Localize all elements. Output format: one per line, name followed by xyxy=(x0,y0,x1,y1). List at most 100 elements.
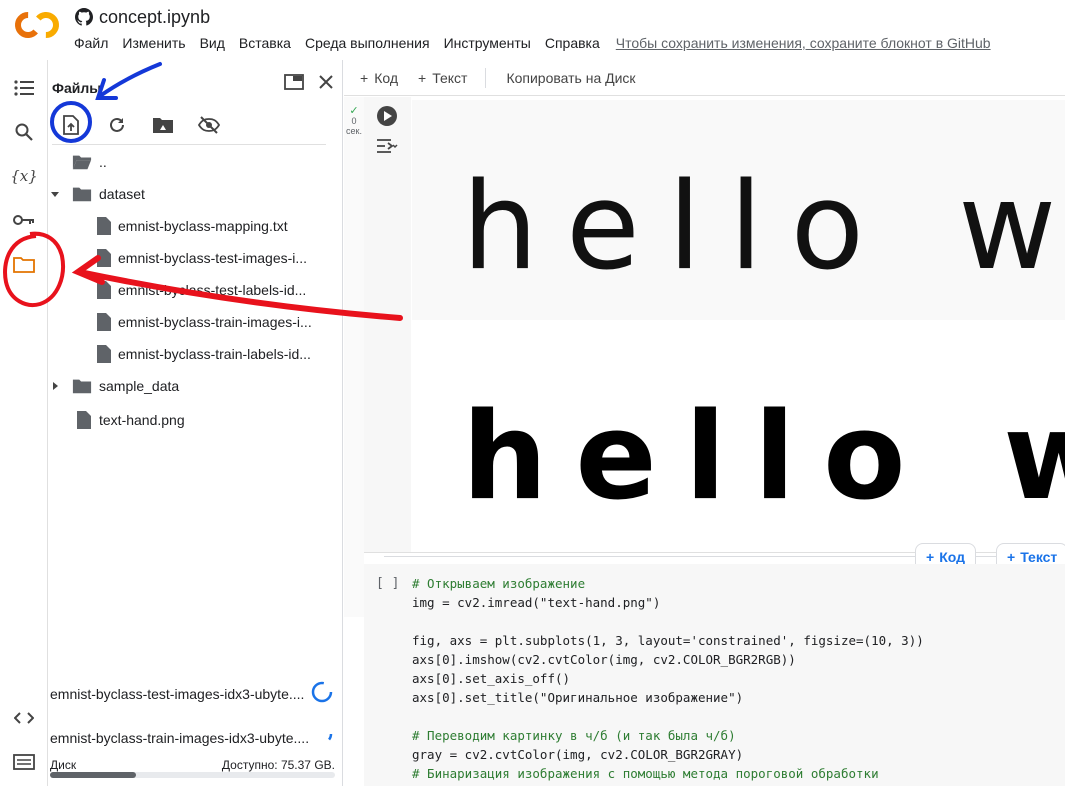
upload-progress-list: emnist-byclass-test-images-idx3-ubyte...… xyxy=(48,680,343,768)
run-cell-slot[interactable]: [ ] xyxy=(376,576,399,591)
check-icon: ✓ xyxy=(349,105,359,117)
handwritten-image: hello wo hello wo xyxy=(412,100,1065,527)
code-editor[interactable]: # Открываем изображение img = cv2.imread(… xyxy=(412,574,924,783)
insert-text-label: Текст xyxy=(1020,549,1058,565)
terminal-icon[interactable] xyxy=(12,750,36,774)
tree-item-parent[interactable]: .. xyxy=(48,146,338,178)
tree-item-file[interactable]: text-hand.png xyxy=(48,402,338,438)
tree-item-label: .. xyxy=(99,154,107,170)
code-line: axs[0].set_title("Оригинальное изображен… xyxy=(412,690,744,705)
chevron-down-icon[interactable] xyxy=(50,189,60,199)
add-text-label: Текст xyxy=(432,69,468,86)
side-rail: {x} xyxy=(0,60,48,786)
tree-item-file[interactable]: emnist-byclass-mapping.txt xyxy=(48,210,338,242)
handwriting-line-1: hello wo xyxy=(462,158,1065,297)
files-panel-title: Файлы xyxy=(52,80,102,96)
files-panel: Файлы .. dataset emnist-byclass-mapping.… xyxy=(48,60,343,786)
exec-time: 0 xyxy=(351,116,357,126)
notebook-toolbar: + Код + Текст Копировать на Диск xyxy=(344,60,1065,96)
file-tree: .. dataset emnist-byclass-mapping.txt em… xyxy=(48,146,338,438)
mount-drive-button[interactable] xyxy=(148,110,178,140)
exec-unit: сек. xyxy=(346,126,362,136)
refresh-button[interactable] xyxy=(102,110,132,140)
add-code-button[interactable]: + Код xyxy=(360,70,398,86)
menu-help[interactable]: Справка xyxy=(545,35,607,51)
tree-item-dataset[interactable]: dataset xyxy=(48,178,338,210)
code-line: # Переводим картинку в ч/б (и так была ч… xyxy=(412,728,736,743)
cell-output-image: hello wo hello wo xyxy=(412,100,1065,550)
code-line: gray = cv2.cvtColor(img, cv2.COLOR_BGR2G… xyxy=(412,747,744,762)
add-text-button[interactable]: + Текст xyxy=(418,70,467,86)
menu-edit[interactable]: Изменить xyxy=(122,35,192,51)
copy-to-drive-button[interactable]: Копировать на Диск xyxy=(506,70,635,86)
colab-window: concept.ipynb Файл Изменить Вид Вставка … xyxy=(0,0,1065,786)
folder-icon xyxy=(72,379,92,394)
github-icon xyxy=(75,8,93,26)
files-toolbar xyxy=(56,110,224,140)
tree-item-file[interactable]: emnist-byclass-test-images-i... xyxy=(48,242,338,274)
folder-icon[interactable] xyxy=(12,252,36,276)
tree-item-file[interactable]: emnist-byclass-train-images-i... xyxy=(48,306,338,338)
tree-item-file[interactable]: emnist-byclass-test-labels-id... xyxy=(48,274,338,306)
table-of-contents-icon[interactable] xyxy=(12,76,36,100)
tree-item-label: emnist-byclass-train-images-i... xyxy=(118,314,312,330)
tree-item-label: emnist-byclass-train-labels-id... xyxy=(118,346,311,362)
upload-file-name: emnist-byclass-test-images-idx3-ubyte...… xyxy=(50,686,305,702)
execution-status: ✓ 0 сек. xyxy=(346,105,362,137)
code-cell[interactable]: [ ] # Открываем изображение img = cv2.imr… xyxy=(364,564,1065,786)
spinner-icon xyxy=(311,681,333,703)
panel-buttons xyxy=(284,74,334,90)
tree-item-file[interactable]: emnist-byclass-train-labels-id... xyxy=(48,338,338,370)
disk-usage-bar xyxy=(50,772,335,778)
menu-runtime[interactable]: Среда выполнения xyxy=(305,35,437,51)
save-to-github-link[interactable]: Чтобы сохранить изменения, сохраните бло… xyxy=(616,35,998,51)
upload-button[interactable] xyxy=(56,110,86,140)
plus-icon: + xyxy=(926,549,935,565)
hide-files-button[interactable] xyxy=(194,110,224,140)
handwriting-line-2: hello wo xyxy=(462,388,1065,527)
insert-code-label: Код xyxy=(939,549,965,565)
copy-to-drive-label: Копировать на Диск xyxy=(506,69,636,86)
tree-item-label: sample_data xyxy=(99,378,180,394)
upload-file-name: emnist-byclass-train-images-idx3-ubyte..… xyxy=(50,730,310,746)
notebook-title[interactable]: concept.ipynb xyxy=(99,7,210,28)
tree-item-sample-data[interactable]: sample_data xyxy=(48,370,338,402)
code-snippets-icon[interactable] xyxy=(12,706,36,730)
close-icon[interactable] xyxy=(318,74,334,90)
plus-icon: + xyxy=(1007,549,1016,565)
menu-view[interactable]: Вид xyxy=(200,35,232,51)
key-icon[interactable] xyxy=(12,208,36,232)
run-cell-button[interactable] xyxy=(376,105,398,127)
file-icon xyxy=(97,345,111,363)
file-icon xyxy=(77,411,91,429)
plus-icon: + xyxy=(418,69,427,86)
file-icon xyxy=(97,281,111,299)
variables-icon[interactable]: {x} xyxy=(10,164,38,188)
add-code-label: Код xyxy=(374,69,398,86)
colab-logo[interactable] xyxy=(14,10,60,40)
tree-item-label: dataset xyxy=(99,186,145,202)
upload-icon xyxy=(63,115,79,135)
disk-free: Доступно: 75.37 GB. xyxy=(221,758,335,772)
tree-item-label: emnist-byclass-mapping.txt xyxy=(118,218,288,234)
toolbar-divider xyxy=(485,67,487,88)
notebook-area: + Код + Текст Копировать на Диск ✓ 0 сек. … xyxy=(344,60,1065,786)
drive-folder-icon xyxy=(153,118,173,133)
spinner-icon xyxy=(311,723,333,745)
file-icon xyxy=(97,217,111,235)
menu-tools[interactable]: Инструменты xyxy=(444,35,538,51)
menu-file[interactable]: Файл xyxy=(74,35,115,51)
folder-icon xyxy=(72,187,92,202)
search-icon[interactable] xyxy=(12,120,36,144)
output-options-icon[interactable] xyxy=(376,137,398,155)
disk-label: Диск xyxy=(50,758,77,772)
code-line: axs[0].set_axis_off() xyxy=(412,671,571,686)
menu-insert[interactable]: Вставка xyxy=(239,35,298,51)
disk-usage-fill xyxy=(50,772,136,778)
chevron-right-icon[interactable] xyxy=(50,381,60,391)
open-in-tab-icon[interactable] xyxy=(284,74,304,90)
code-line: # Открываем изображение xyxy=(412,576,586,591)
file-icon xyxy=(97,313,111,331)
